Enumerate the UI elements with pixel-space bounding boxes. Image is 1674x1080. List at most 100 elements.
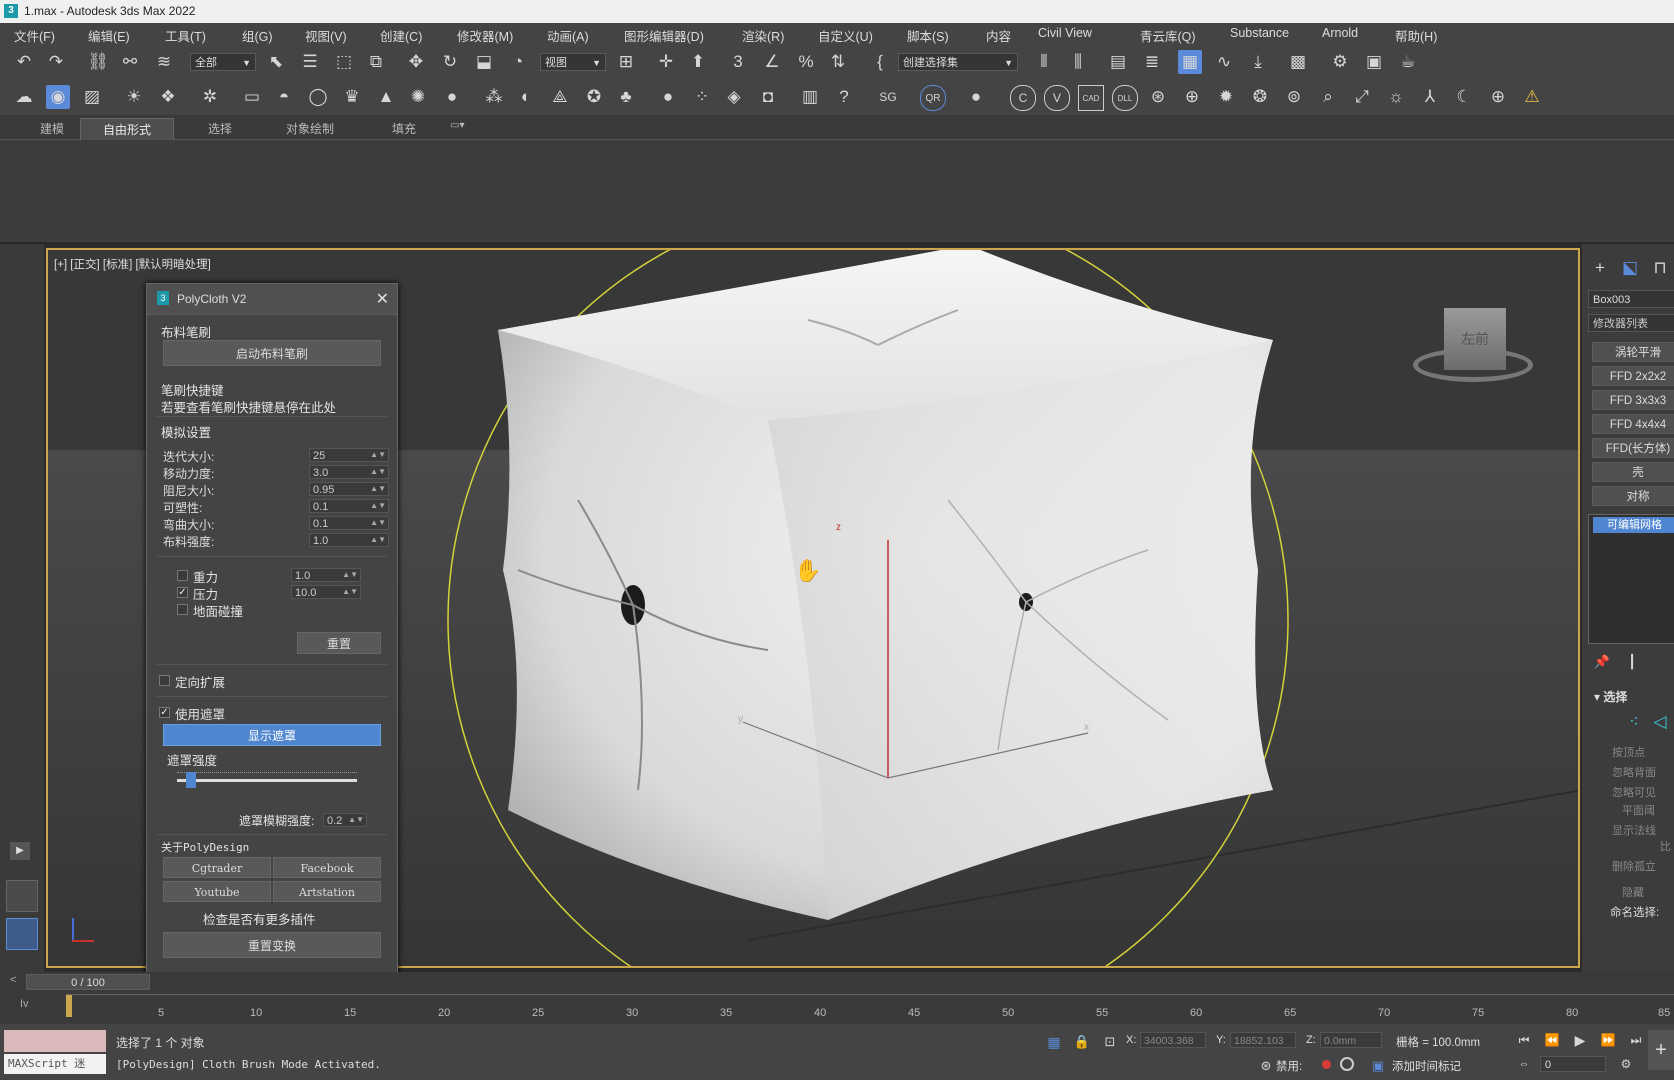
youtube-link[interactable]: Youtube xyxy=(163,881,271,902)
menu-view[interactable]: 视图(V) xyxy=(305,26,347,45)
time-config-icon[interactable] xyxy=(1340,1057,1354,1071)
menu-modifiers[interactable]: 修改器(M) xyxy=(457,26,513,45)
time-tag-icon[interactable]: ▣ xyxy=(1366,1054,1390,1078)
show-mask-button[interactable]: 显示遮罩 xyxy=(163,724,381,746)
cad-button[interactable]: CAD xyxy=(1078,85,1104,111)
scene-explorer-icon[interactable]: ▤ xyxy=(1106,50,1130,74)
material-editor-icon[interactable]: ▩ xyxy=(1286,50,1310,74)
rect-selection-icon[interactable]: ⬚ xyxy=(332,50,356,74)
create-tab-icon[interactable]: + xyxy=(1588,256,1612,280)
ignore-backface-option[interactable]: 忽略背面 xyxy=(1612,764,1656,780)
selection-filter-dropdown[interactable]: 全部 ▼ xyxy=(190,53,256,71)
crosshair-icon[interactable]: ⊕ xyxy=(1486,85,1510,109)
object-name-field[interactable]: Box003 xyxy=(1588,290,1674,308)
warning-icon[interactable]: ⚠ xyxy=(1520,85,1544,109)
edit-named-sel-icon[interactable]: { xyxy=(868,50,892,74)
modify-tab-icon[interactable]: ⬕ xyxy=(1618,256,1642,280)
cgtrader-link[interactable]: Cgtrader xyxy=(163,857,271,878)
modifier-list-dropdown[interactable]: 修改器列表 xyxy=(1588,314,1674,332)
angle-snap-icon[interactable]: ∠ xyxy=(760,50,784,74)
axis-icon[interactable]: ⅄ xyxy=(1418,85,1442,109)
menu-arnold[interactable]: Arnold xyxy=(1322,26,1358,40)
viewport-label[interactable]: [+] [正交] [标准] [默认明暗处理] xyxy=(54,256,211,272)
stack-item-editable-mesh[interactable]: 可编辑网格 xyxy=(1593,517,1674,533)
layout-icon[interactable] xyxy=(6,880,38,912)
render-production-icon[interactable]: ☕ xyxy=(1396,50,1420,74)
cloth-strength-spinner[interactable]: 1.0 ▲▼ xyxy=(309,533,389,547)
shortcut-hint[interactable]: 若要查看笔刷快捷键悬停在此处 xyxy=(161,397,336,416)
modifier-ffd4-button[interactable]: FFD 4x4x4 xyxy=(1592,414,1674,434)
delete-isolated-option[interactable]: 删除孤立 xyxy=(1612,858,1656,874)
mask-blur-spinner[interactable]: 0.2 ▲▼ xyxy=(323,813,367,827)
x-coord-field[interactable]: 34003.368 xyxy=(1140,1032,1206,1048)
move-icon[interactable]: ✥ xyxy=(404,50,428,74)
modifier-ffd2-button[interactable]: FFD 2x2x2 xyxy=(1592,366,1674,386)
modifier-ffd3-button[interactable]: FFD 3x3x3 xyxy=(1592,390,1674,410)
camera-icon[interactable]: ◉ xyxy=(46,85,70,109)
section-select[interactable]: ▾ 选择 xyxy=(1594,688,1627,705)
menu-civil-view[interactable]: Civil View xyxy=(1038,26,1092,40)
iterations-spinner[interactable]: 25 ▲▼ xyxy=(309,448,389,462)
sphere-light-icon[interactable]: ◯ xyxy=(306,85,330,109)
pivot-icon[interactable]: ⊞ xyxy=(614,50,638,74)
menu-substance[interactable]: Substance xyxy=(1230,26,1289,40)
command-panel-icon[interactable]: ▦ xyxy=(1178,50,1202,74)
menu-rendering[interactable]: 渲染(R) xyxy=(742,26,784,45)
record-dot-icon[interactable] xyxy=(1322,1060,1331,1069)
mask-strength-slider[interactable] xyxy=(177,779,357,782)
manipulate-icon[interactable]: ✛ xyxy=(654,50,678,74)
palette-icon[interactable]: ⁘ xyxy=(690,85,714,109)
objects-icon[interactable]: ❖ xyxy=(156,85,180,109)
reference-coord-dropdown[interactable]: 视图 ▼ xyxy=(540,53,606,71)
volume-icon[interactable]: ✪ xyxy=(582,85,606,109)
transform-icon[interactable]: ⤢ xyxy=(1350,85,1374,109)
export-icon[interactable]: ▥ xyxy=(798,85,822,109)
tool-a-icon[interactable]: ⊛ xyxy=(1146,85,1170,109)
help-circle-icon[interactable]: ? xyxy=(832,85,856,109)
lamp-icon[interactable]: ♛ xyxy=(340,85,364,109)
menu-tools[interactable]: 工具(T) xyxy=(165,26,206,45)
hierarchy-tab-icon[interactable]: ⊓ xyxy=(1648,256,1672,280)
align-icon[interactable]: ⫼ xyxy=(1066,50,1090,74)
menu-qingyunku[interactable]: 青云库(Q) xyxy=(1140,26,1196,45)
rendered-frame-icon[interactable]: ▣ xyxy=(1362,50,1386,74)
select-by-name-icon[interactable]: ☰ xyxy=(298,50,322,74)
snap-3d-icon[interactable]: 3 xyxy=(726,50,750,74)
cone-icon[interactable]: ▲ xyxy=(374,85,398,109)
menu-edit[interactable]: 编辑(E) xyxy=(88,26,130,45)
place-icon[interactable]: ◔ xyxy=(506,50,530,74)
sg-button[interactable]: SG xyxy=(876,85,900,109)
scale-icon[interactable]: ⬓ xyxy=(472,50,496,74)
time-slider[interactable]: 0 / 100 xyxy=(26,974,150,990)
maxscript-listener[interactable] xyxy=(4,1030,106,1052)
bulb-icon[interactable]: ☼ xyxy=(1384,85,1408,109)
ambient-icon[interactable]: ● xyxy=(440,85,464,109)
tab-selection[interactable]: 选择 xyxy=(208,120,232,137)
plant-icon[interactable]: ♣ xyxy=(614,85,638,109)
menu-customize[interactable]: 自定义(U) xyxy=(818,26,873,45)
menu-group[interactable]: 组(G) xyxy=(242,26,273,45)
z-coord-field[interactable]: 0.0mm xyxy=(1320,1032,1382,1048)
render-setup-icon[interactable]: ⚙ xyxy=(1328,50,1352,74)
keyboard-shortcut-icon[interactable]: ⬆ xyxy=(686,50,710,74)
viewcube-face[interactable]: 左前 xyxy=(1444,308,1506,370)
tool-c-icon[interactable]: ✹ xyxy=(1214,85,1238,109)
viewcube[interactable]: 左前 xyxy=(1408,308,1538,398)
start-cloth-brush-button[interactable]: 启动布料笔刷 xyxy=(163,340,381,366)
ignore-visible-option[interactable]: 忽略可见 xyxy=(1612,784,1656,800)
c-button[interactable]: C xyxy=(1010,85,1036,111)
dome-icon[interactable]: ◓ xyxy=(272,85,296,109)
dot-icon[interactable]: ● xyxy=(964,85,988,109)
layout-active-icon[interactable] xyxy=(6,918,38,950)
move-force-spinner[interactable]: 3.0 ▲▼ xyxy=(309,465,389,479)
redo-icon[interactable]: ↷ xyxy=(44,50,68,74)
window-crossing-icon[interactable]: ⧉ xyxy=(364,50,388,74)
mirror-icon[interactable]: ⫴ xyxy=(1032,50,1056,74)
moon-icon[interactable]: ☾ xyxy=(1452,85,1476,109)
tool-b-icon[interactable]: ⊕ xyxy=(1180,85,1204,109)
directional-expand-checkbox[interactable] xyxy=(159,675,170,686)
y-coord-field[interactable]: 18852.103 xyxy=(1230,1032,1296,1048)
qr-button[interactable]: QR xyxy=(920,85,946,111)
undo-icon[interactable]: ↶ xyxy=(12,50,36,74)
vertex-mode-icon[interactable]: ⁖ xyxy=(1622,710,1646,734)
